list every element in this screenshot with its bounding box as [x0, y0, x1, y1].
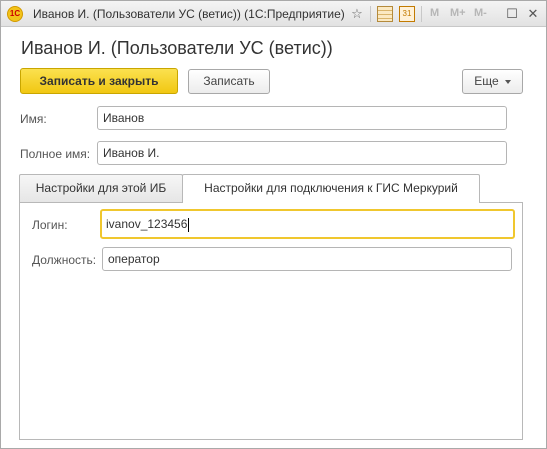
toolbar-separator: [370, 6, 371, 22]
calendar-icon[interactable]: 31: [399, 6, 415, 22]
window-title: Иванов И. (Пользователи УС (ветис)) (1С:…: [33, 7, 345, 21]
text-caret: [188, 217, 190, 232]
save-and-close-button[interactable]: Записать и закрыть: [20, 68, 178, 94]
memory-button-m-minus[interactable]: M-: [474, 7, 487, 19]
star-icon[interactable]: ☆: [349, 6, 365, 22]
login-label: Логин:: [32, 218, 68, 232]
app-window: 1С Иванов И. (Пользователи УС (ветис)) (…: [0, 0, 547, 449]
calculator-icon[interactable]: [377, 6, 393, 22]
full-name-field[interactable]: Иванов И.: [97, 141, 507, 165]
memory-button-m-plus[interactable]: M+: [450, 7, 466, 19]
close-icon[interactable]: ✕: [525, 6, 541, 22]
save-button[interactable]: Записать: [188, 69, 270, 94]
name-field[interactable]: Иванов: [97, 106, 507, 130]
app-logo-icon: 1С: [7, 6, 23, 22]
login-field[interactable]: ivanov_123456: [100, 209, 515, 239]
more-label: Еще: [474, 74, 499, 88]
full-name-label: Полное имя:: [20, 147, 91, 161]
name-label: Имя:: [20, 112, 47, 126]
form-title: Иванов И. (Пользователи УС (ветис)): [21, 38, 333, 58]
position-field[interactable]: оператор: [102, 247, 512, 271]
login-value: ivanov_123456: [106, 217, 188, 231]
tab-mercury-connection-settings[interactable]: Настройки для подключения к ГИС Меркурий: [182, 174, 480, 203]
position-label: Должность:: [32, 253, 97, 267]
more-button[interactable]: Еще: [462, 69, 523, 94]
maximize-icon[interactable]: ☐: [504, 6, 520, 22]
toolbar-separator: [421, 6, 422, 22]
title-bar: 1С Иванов И. (Пользователи УС (ветис)) (…: [1, 1, 546, 27]
chevron-down-icon: [504, 79, 511, 84]
tab-panel: Логин: ivanov_123456 Должность: оператор: [19, 202, 523, 440]
tab-this-ib-settings[interactable]: Настройки для этой ИБ: [19, 174, 183, 202]
memory-button-m[interactable]: M: [430, 7, 439, 19]
